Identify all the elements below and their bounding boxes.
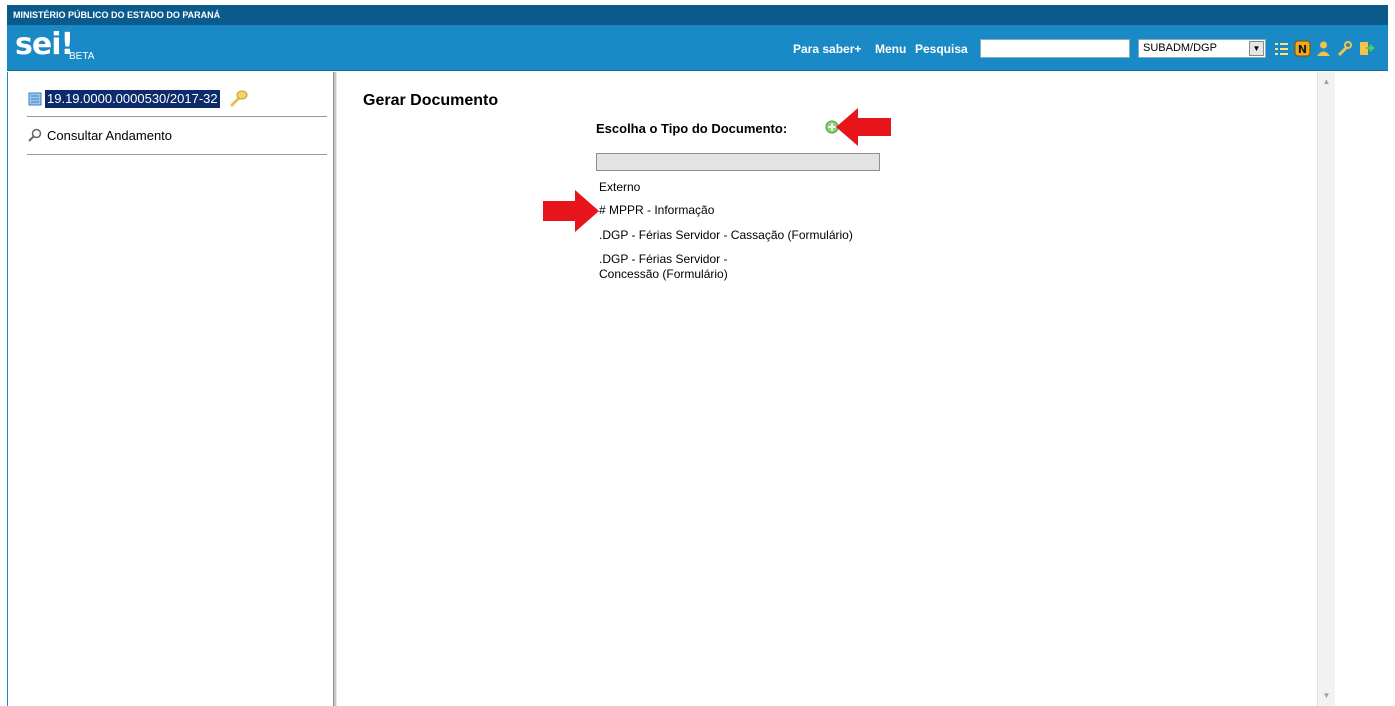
tree-separator [27,154,327,155]
exit-icon[interactable] [1357,40,1374,57]
document-type-ferias-concessao[interactable]: .DGP - Férias Servidor - Concessão (Form… [599,252,774,282]
unit-select-value: SUBADM/DGP [1143,42,1217,54]
key-icon [229,90,248,108]
annotation-arrow-left [836,108,891,146]
scroll-up-icon[interactable]: ▲ [1318,74,1335,90]
search-input[interactable] [980,39,1130,58]
logo-beta-label: BETA [69,51,95,62]
annotation-arrow-right [543,190,599,232]
tree-separator [27,116,327,117]
process-tree-panel: 19.19.0000.0000530/2017-32 Consultar And… [7,72,333,706]
process-folder-icon [28,92,42,106]
user-icon[interactable] [1315,40,1332,57]
main-header: sei! BETA Para saber+ Menu Pesquisa SUBA… [7,25,1388,71]
para-saber-link[interactable]: Para saber+ [793,42,861,56]
consult-andamento-link[interactable]: Consultar Andamento [47,127,172,145]
org-name-bar: MINISTÉRIO PÚBLICO DO ESTADO DO PARANÁ [7,5,1388,25]
pesquisa-link[interactable]: Pesquisa [915,42,968,56]
menu-link[interactable]: Menu [875,42,906,56]
wrench-icon[interactable] [1336,40,1353,57]
choose-type-label: Escolha o Tipo do Documento: [596,121,788,136]
document-type-mppr-informacao[interactable]: # MPPR - Informação [599,203,899,218]
page-title: Gerar Documento [363,92,499,109]
content-area: Gerar Documento Escolha o Tipo do Docume… [337,72,1317,706]
process-number[interactable]: 19.19.0000.0000530/2017-32 [45,90,220,108]
unit-select[interactable]: SUBADM/DGP ▼ [1138,39,1266,58]
document-type-ferias-cassacao[interactable]: .DGP - Férias Servidor - Cassação (Formu… [599,228,899,243]
svg-text:N: N [1298,43,1307,56]
content-scrollbar[interactable]: ▲ ▼ [1317,72,1335,706]
sei-logo[interactable]: sei! [15,30,74,60]
chevron-down-icon: ▼ [1249,41,1264,56]
scroll-down-icon[interactable]: ▼ [1318,688,1335,704]
magnifier-icon [28,128,42,142]
document-type-externo[interactable]: Externo [599,180,899,195]
sei-window: MINISTÉRIO PÚBLICO DO ESTADO DO PARANÁ s… [0,0,1395,706]
notes-icon[interactable]: N [1294,40,1311,57]
list-icon[interactable] [1273,40,1290,57]
document-type-filter-input[interactable] [596,153,880,171]
